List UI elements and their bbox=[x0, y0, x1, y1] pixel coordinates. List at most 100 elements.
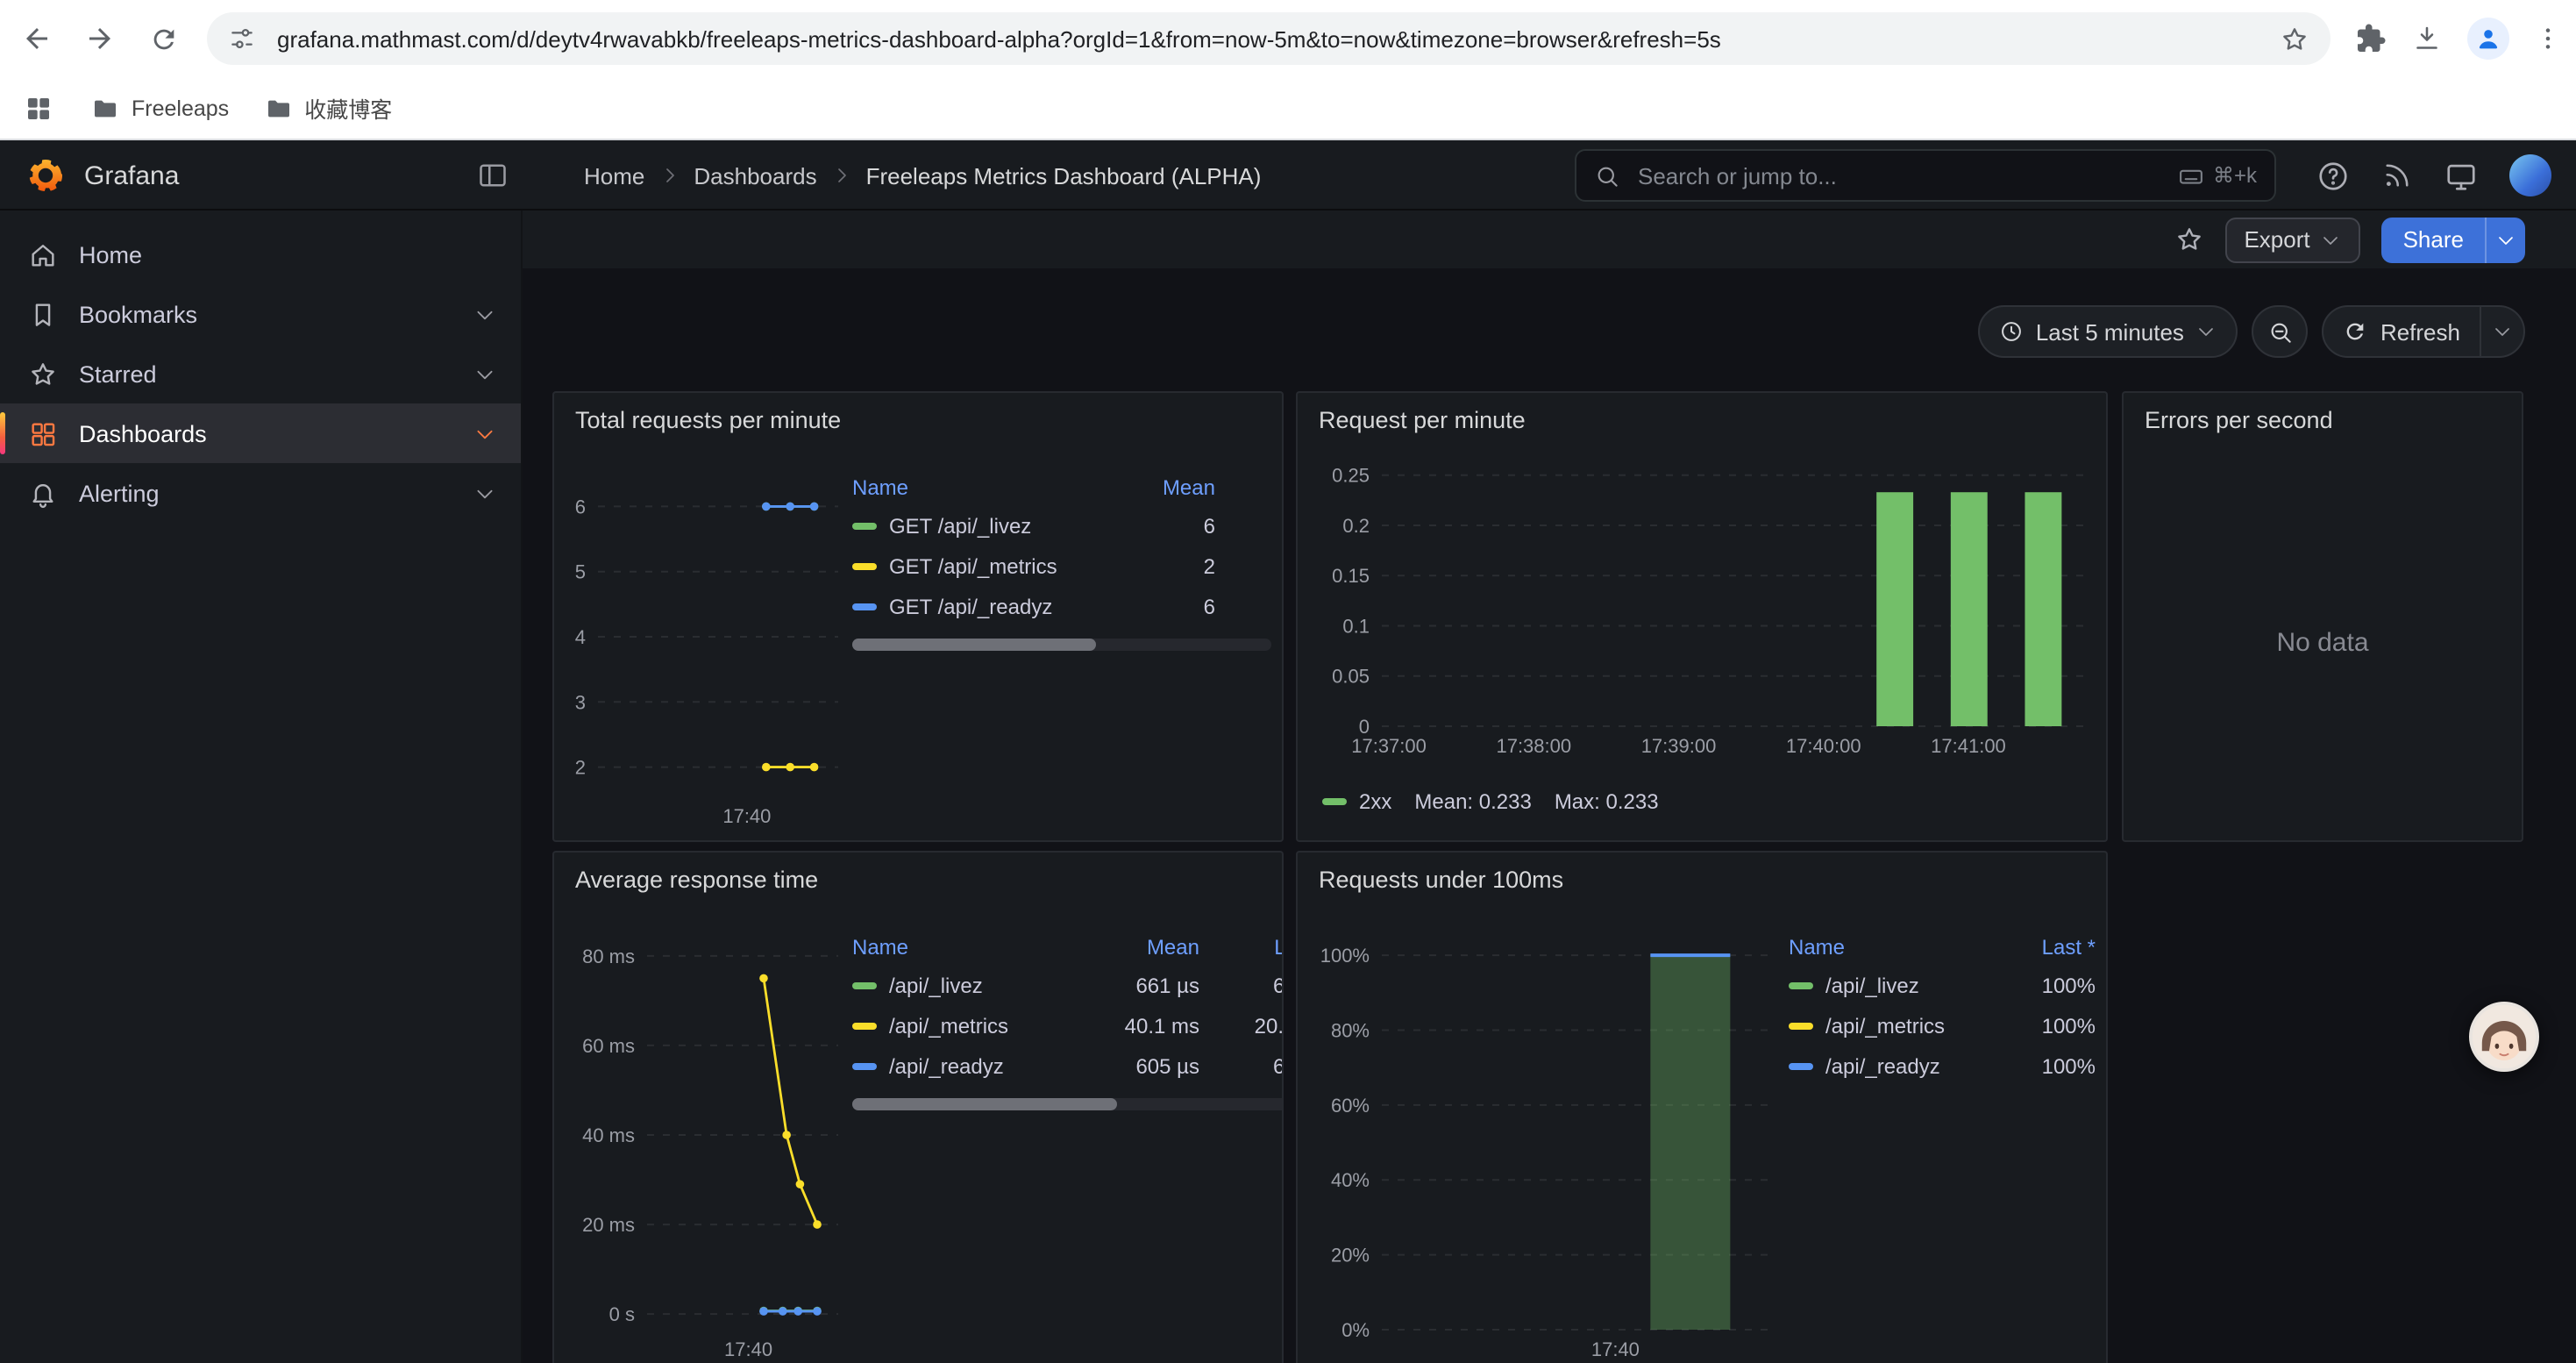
chevron-right-icon bbox=[831, 165, 852, 186]
legend-header: NameMeanLas bbox=[852, 930, 1284, 965]
chevron-down-icon[interactable] bbox=[473, 303, 496, 325]
bookmark-folder-blogs[interactable]: 收藏博客 bbox=[246, 84, 409, 132]
share-button[interactable]: Share bbox=[2382, 217, 2485, 262]
legend-scrollbar[interactable] bbox=[852, 1098, 1284, 1110]
help-icon[interactable] bbox=[2316, 159, 2350, 192]
legend-series-label[interactable]: GET /api/_metrics bbox=[852, 553, 1107, 578]
news-rss-icon[interactable] bbox=[2381, 160, 2413, 191]
reload-button[interactable] bbox=[137, 12, 189, 65]
series-color-chip bbox=[852, 1022, 877, 1029]
panel-title[interactable]: Average response time bbox=[575, 867, 818, 893]
legend-series-label[interactable]: /api/_metrics bbox=[1789, 1013, 2011, 1038]
refresh-interval-button[interactable] bbox=[2480, 307, 2523, 356]
legend-column[interactable]: Name bbox=[1789, 935, 2011, 960]
sidebar-item-home[interactable]: Home bbox=[0, 225, 521, 284]
extensions-icon[interactable] bbox=[2355, 23, 2387, 54]
sidebar-item-bookmarks[interactable]: Bookmarks bbox=[0, 284, 521, 344]
site-info-icon[interactable] bbox=[228, 25, 256, 53]
svg-text:4: 4 bbox=[575, 626, 586, 648]
legend-series-label[interactable]: /api/_livez bbox=[1789, 973, 2011, 997]
legend-value: 6 bbox=[1107, 513, 1215, 538]
sidebar-item-alerting[interactable]: Alerting bbox=[0, 463, 521, 523]
search-bar[interactable]: ⌘+k bbox=[1575, 149, 2276, 202]
export-button[interactable]: Export bbox=[2224, 217, 2360, 262]
downloads-icon[interactable] bbox=[2411, 23, 2443, 54]
legend-series-label[interactable]: /api/_readyz bbox=[1789, 1053, 2011, 1078]
breadcrumb-dashboards[interactable]: Dashboards bbox=[694, 162, 816, 189]
panel-title[interactable]: Errors per second bbox=[2145, 407, 2333, 433]
legend-column[interactable]: Mean bbox=[1091, 935, 1199, 960]
search-input[interactable] bbox=[1634, 161, 2178, 190]
bookmark-star-icon[interactable] bbox=[2280, 24, 2309, 54]
panel-title[interactable]: Requests under 100ms bbox=[1319, 867, 1563, 893]
panel-title[interactable]: Request per minute bbox=[1319, 407, 1526, 433]
bar-chart[interactable]: 100%80%60%40%20%0%17:40 bbox=[1308, 923, 1782, 1363]
legend-row: /api/_livez661 µs646 bbox=[852, 965, 1284, 1005]
chevron-down-icon[interactable] bbox=[473, 362, 496, 385]
bar-chart[interactable]: 0.250.20.150.10.05017:37:0017:38:0017:39… bbox=[1308, 446, 2099, 761]
user-avatar[interactable] bbox=[2509, 154, 2551, 196]
forward-button[interactable] bbox=[74, 12, 126, 65]
display-icon[interactable] bbox=[2444, 159, 2478, 192]
legend-row: GET /api/_metrics2 bbox=[852, 546, 1271, 586]
browser-profile-avatar[interactable] bbox=[2467, 18, 2509, 60]
forward-icon bbox=[84, 23, 116, 54]
legend-column[interactable]: Last * bbox=[2011, 935, 2096, 960]
bookmark-folder-freeleaps[interactable]: Freeleaps bbox=[74, 87, 246, 129]
legend-column[interactable]: Las bbox=[1199, 935, 1284, 960]
favorite-star-icon[interactable] bbox=[2174, 225, 2203, 254]
legend-series-label[interactable]: GET /api/_readyz bbox=[852, 594, 1107, 618]
folder-icon bbox=[91, 94, 119, 122]
breadcrumb-home[interactable]: Home bbox=[584, 162, 644, 189]
sidebar-item-dashboards[interactable]: Dashboards bbox=[0, 403, 521, 463]
legend-value: 2 bbox=[1107, 553, 1215, 578]
refresh-button[interactable]: Refresh bbox=[2324, 307, 2480, 356]
legend-row: /api/_readyz605 µs620 bbox=[852, 1045, 1284, 1086]
bookmark-label: Freeleaps bbox=[132, 96, 229, 120]
legend-series-label[interactable]: /api/_livez bbox=[852, 973, 1091, 997]
export-label: Export bbox=[2244, 226, 2309, 253]
browser-menu-icon[interactable] bbox=[2534, 25, 2562, 53]
legend-column[interactable]: Name bbox=[852, 935, 1091, 960]
svg-text:0%: 0% bbox=[1341, 1319, 1370, 1341]
browser-toolbar: grafana.mathmast.com/d/deytv4rwavabkb/fr… bbox=[0, 0, 2576, 77]
time-range-picker[interactable]: Last 5 minutes bbox=[1978, 305, 2238, 358]
sidebar-item-starred[interactable]: Starred bbox=[0, 344, 521, 403]
legend-row: GET /api/_livez6 bbox=[852, 505, 1271, 546]
brand[interactable]: Grafana bbox=[25, 140, 179, 211]
svg-text:0.05: 0.05 bbox=[1332, 666, 1370, 688]
sidebar-toggle-icon[interactable] bbox=[477, 160, 509, 191]
scrollbar-thumb[interactable] bbox=[852, 639, 1095, 651]
line-chart[interactable]: 80 ms60 ms40 ms20 ms0 s17:40 bbox=[561, 923, 849, 1363]
svg-text:80%: 80% bbox=[1331, 1019, 1370, 1041]
zoom-out-button[interactable] bbox=[2252, 305, 2309, 358]
legend-column[interactable]: Mean bbox=[1107, 475, 1215, 500]
legend-row: GET /api/_readyz6 bbox=[852, 586, 1271, 626]
svg-text:0 s: 0 s bbox=[609, 1303, 635, 1325]
chevron-down-icon[interactable] bbox=[473, 482, 496, 504]
legend-column[interactable]: Name bbox=[852, 475, 1107, 500]
legend-row: /api/_metrics100% bbox=[1789, 1005, 2096, 1045]
bell-icon bbox=[28, 478, 58, 508]
legend-scrollbar[interactable] bbox=[852, 639, 1271, 651]
legend-series-label[interactable]: /api/_readyz bbox=[852, 1053, 1091, 1078]
chevron-down-icon bbox=[2495, 229, 2516, 250]
share-menu-button[interactable] bbox=[2485, 217, 2525, 262]
url-text[interactable]: grafana.mathmast.com/d/deytv4rwavabkb/fr… bbox=[277, 25, 2266, 52]
line-chart[interactable]: 6543217:40 bbox=[561, 460, 849, 831]
url-bar[interactable]: grafana.mathmast.com/d/deytv4rwavabkb/fr… bbox=[207, 12, 2330, 65]
legend-series-label[interactable]: GET /api/_livez bbox=[852, 513, 1107, 538]
assistant-avatar[interactable] bbox=[2469, 1002, 2539, 1072]
svg-text:0.2: 0.2 bbox=[1342, 515, 1370, 537]
panel-title[interactable]: Total requests per minute bbox=[575, 407, 841, 433]
chevron-down-icon[interactable] bbox=[473, 422, 496, 445]
legend-series-label[interactable]: /api/_metrics bbox=[852, 1013, 1091, 1038]
header-actions bbox=[2316, 140, 2551, 211]
scrollbar-thumb[interactable] bbox=[852, 1098, 1117, 1110]
back-button[interactable] bbox=[11, 12, 63, 65]
chevron-down-icon bbox=[2321, 229, 2342, 250]
svg-text:20 ms: 20 ms bbox=[582, 1214, 635, 1236]
apps-grid-icon[interactable] bbox=[25, 94, 53, 122]
svg-text:5: 5 bbox=[575, 561, 586, 583]
legend-series-label[interactable]: 2xx bbox=[1359, 789, 1391, 814]
